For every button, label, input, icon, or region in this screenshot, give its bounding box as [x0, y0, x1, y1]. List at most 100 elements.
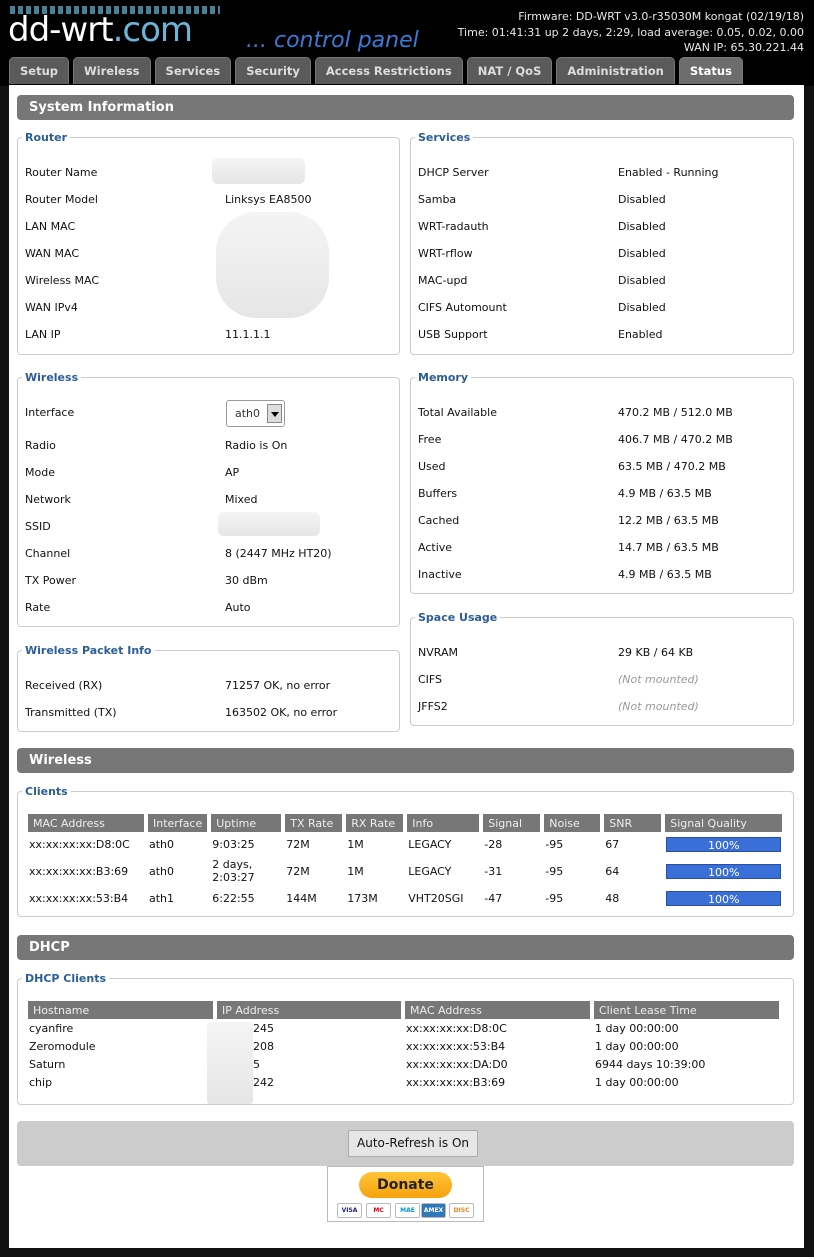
received-row: Received (RX) 71257 OK, no error — [25, 679, 331, 692]
memory-legend: Memory — [418, 371, 469, 384]
table-row: xx:xx:xx:xx:D8:0C ath0 9:03:25 72M 1M LE… — [28, 832, 782, 856]
router-fieldset: Router Router Name Router Model Linksys E… — [17, 131, 400, 355]
visa-card-icon: VISA — [337, 1203, 362, 1218]
wan-ip-text: WAN IP: 65.30.221.44 — [683, 41, 804, 54]
services-legend: Services — [418, 131, 471, 144]
free-memory-row: Free 406.7 MB / 470.2 MB — [418, 433, 733, 446]
dhcp-section-title: DHCP — [17, 935, 794, 960]
table-row: Zeromodule 208 xx:xx:xx:xx:53:B4 1 day 0… — [29, 1039, 679, 1053]
usb-support-row: USB Support Enabled — [418, 328, 663, 341]
wireless-clients-table: MAC Address Interface Uptime TX Rate RX … — [24, 814, 786, 910]
col-ip-address[interactable]: IP Address — [217, 1001, 401, 1019]
wireless-fieldset: Wireless Interface ath0 Radio Radio is On… — [17, 371, 400, 627]
col-signal[interactable]: Signal — [483, 814, 541, 832]
ddwrt-logo[interactable]: dd-wrt.com — [8, 6, 220, 50]
inactive-row: Inactive 4.9 MB / 63.5 MB — [418, 568, 712, 581]
lan-mac-row: LAN MAC — [25, 220, 76, 233]
radio-row: Radio Radio is On — [25, 439, 288, 452]
tab-access-restrictions[interactable]: Access Restrictions — [314, 57, 463, 84]
col-uptime[interactable]: Uptime — [211, 814, 282, 832]
system-information-title: System Information — [17, 95, 794, 120]
active-row: Active 14.7 MB / 63.5 MB — [418, 541, 719, 554]
wireless-clients-legend: Clients — [25, 785, 68, 798]
col-mac-address[interactable]: MAC Address — [28, 814, 144, 832]
signal-quality-bar: 100% — [666, 836, 782, 852]
donate-button[interactable]: Donate — [359, 1172, 452, 1198]
col-hostname[interactable]: Hostname — [28, 1001, 213, 1019]
table-row: chip 242 xx:xx:xx:xx:B3:69 1 day 00:00:0… — [29, 1075, 679, 1089]
rate-row: Rate Auto — [25, 601, 251, 614]
router-status-info: Firmware: DD-WRT v3.0-r35030M kongat (02… — [458, 9, 804, 56]
network-row: Network Mixed — [25, 493, 258, 506]
col-info[interactable]: Info — [407, 814, 480, 832]
col-tx-rate[interactable]: TX Rate — [285, 814, 343, 832]
interface-select[interactable]: ath0 — [226, 400, 285, 427]
table-row: cyanfire 245 xx:xx:xx:xx:D8:0C 1 day 00:… — [29, 1021, 679, 1035]
dhcp-clients-legend: DHCP Clients — [25, 972, 107, 985]
col-noise[interactable]: Noise — [544, 814, 601, 832]
main-content: System Information Router Router Name Ro… — [9, 85, 804, 1248]
main-tabs: Setup Wireless Services Security Access … — [9, 57, 743, 84]
packet-info-legend: Wireless Packet Info — [25, 644, 152, 657]
services-fieldset: Services DHCP Server Enabled - Running Sa… — [410, 131, 794, 355]
redacted-ssid — [218, 512, 320, 536]
maestro-icon: MAE — [395, 1203, 420, 1218]
discover-icon: DISC — [449, 1203, 474, 1218]
col-interface[interactable]: Interface — [148, 814, 208, 832]
redacted-ip-prefix — [207, 1022, 253, 1104]
wireless-clients-header: MAC Address Interface Uptime TX Rate RX … — [28, 814, 783, 832]
col-rx-rate[interactable]: RX Rate — [346, 814, 404, 832]
control-panel-subtitle: ... control panel — [246, 28, 419, 53]
channel-row: Channel 8 (2447 MHz HT20) — [25, 547, 332, 560]
mode-row: Mode AP — [25, 466, 240, 479]
cifs-row: CIFS (Not mounted) — [418, 673, 699, 686]
donate-panel: Donate VISA MC MAE AMEX DISC — [327, 1166, 484, 1222]
redacted-router-name — [212, 158, 305, 184]
buffers-row: Buffers 4.9 MB / 63.5 MB — [418, 487, 712, 500]
redacted-mac-addresses — [216, 212, 329, 318]
auto-refresh-button[interactable]: Auto-Refresh is On — [348, 1130, 478, 1157]
dhcp-clients-table: Hostname IP Address MAC Address Client L… — [24, 1001, 783, 1091]
total-available-row: Total Available 470.2 MB / 512.0 MB — [418, 406, 733, 419]
wan-mac-row: WAN MAC — [25, 247, 80, 260]
nvram-row: NVRAM 29 KB / 64 KB — [418, 646, 694, 659]
memory-fieldset: Memory Total Available 470.2 MB / 512.0 M… — [410, 371, 794, 594]
dhcp-clients-header: Hostname IP Address MAC Address Client L… — [28, 1001, 779, 1019]
table-row: xx:xx:xx:xx:B3:69 ath0 2 days, 2:03:27 72… — [28, 856, 782, 886]
col-client-lease-time[interactable]: Client Lease Time — [594, 1001, 779, 1019]
wrt-radauth-row: WRT-radauth Disabled — [418, 220, 666, 233]
tab-administration[interactable]: Administration — [556, 57, 675, 84]
transmitted-row: Transmitted (TX) 163502 OK, no error — [25, 706, 338, 719]
dhcp-server-row: DHCP Server Enabled - Running — [418, 166, 719, 179]
header: dd-wrt.com ... control panel Firmware: D… — [0, 0, 814, 86]
space-usage-legend: Space Usage — [418, 611, 498, 624]
tab-wireless[interactable]: Wireless — [73, 57, 151, 84]
tab-security[interactable]: Security — [235, 57, 311, 84]
col-snr[interactable]: SNR — [604, 814, 662, 832]
chevron-down-icon[interactable] — [267, 404, 282, 423]
tab-services[interactable]: Services — [154, 57, 232, 84]
col-dhcp-mac-address[interactable]: MAC Address — [405, 1001, 590, 1019]
wireless-legend: Wireless — [25, 371, 79, 384]
tab-setup[interactable]: Setup — [9, 57, 69, 84]
time-text: Time: 01:41:31 up 2 days, 2:29, load ave… — [457, 25, 804, 39]
amex-icon: AMEX — [421, 1203, 446, 1218]
dhcp-clients-fieldset: DHCP Clients Hostname IP Address MAC Add… — [17, 972, 794, 1105]
table-row: xx:xx:xx:xx:53:B4 ath1 6:22:55 144M 173M… — [28, 886, 782, 910]
wrt-rflow-row: WRT-rflow Disabled — [418, 247, 666, 260]
signal-quality-bar: 100% — [666, 890, 782, 906]
col-signal-quality[interactable]: Signal Quality — [665, 814, 783, 832]
wireless-mac-row: Wireless MAC — [25, 274, 100, 287]
wireless-section-title: Wireless — [17, 748, 794, 773]
cifs-automount-row: CIFS Automount Disabled — [418, 301, 666, 314]
mac-upd-row: MAC-upd Disabled — [418, 274, 666, 287]
tab-status[interactable]: Status — [678, 57, 743, 84]
used-memory-row: Used 63.5 MB / 470.2 MB — [418, 460, 726, 473]
signal-quality-bar: 100% — [666, 863, 782, 879]
wan-ipv4-row: WAN IPv4 — [25, 301, 78, 314]
tab-nat-qos[interactable]: NAT / QoS — [466, 57, 553, 84]
tx-power-row: TX Power 30 dBm — [25, 574, 268, 587]
interface-row: Interface ath0 — [25, 400, 393, 427]
refresh-panel: Auto-Refresh is On — [17, 1121, 794, 1166]
wireless-clients-fieldset: Clients MAC Address Interface Uptime TX … — [17, 785, 794, 917]
